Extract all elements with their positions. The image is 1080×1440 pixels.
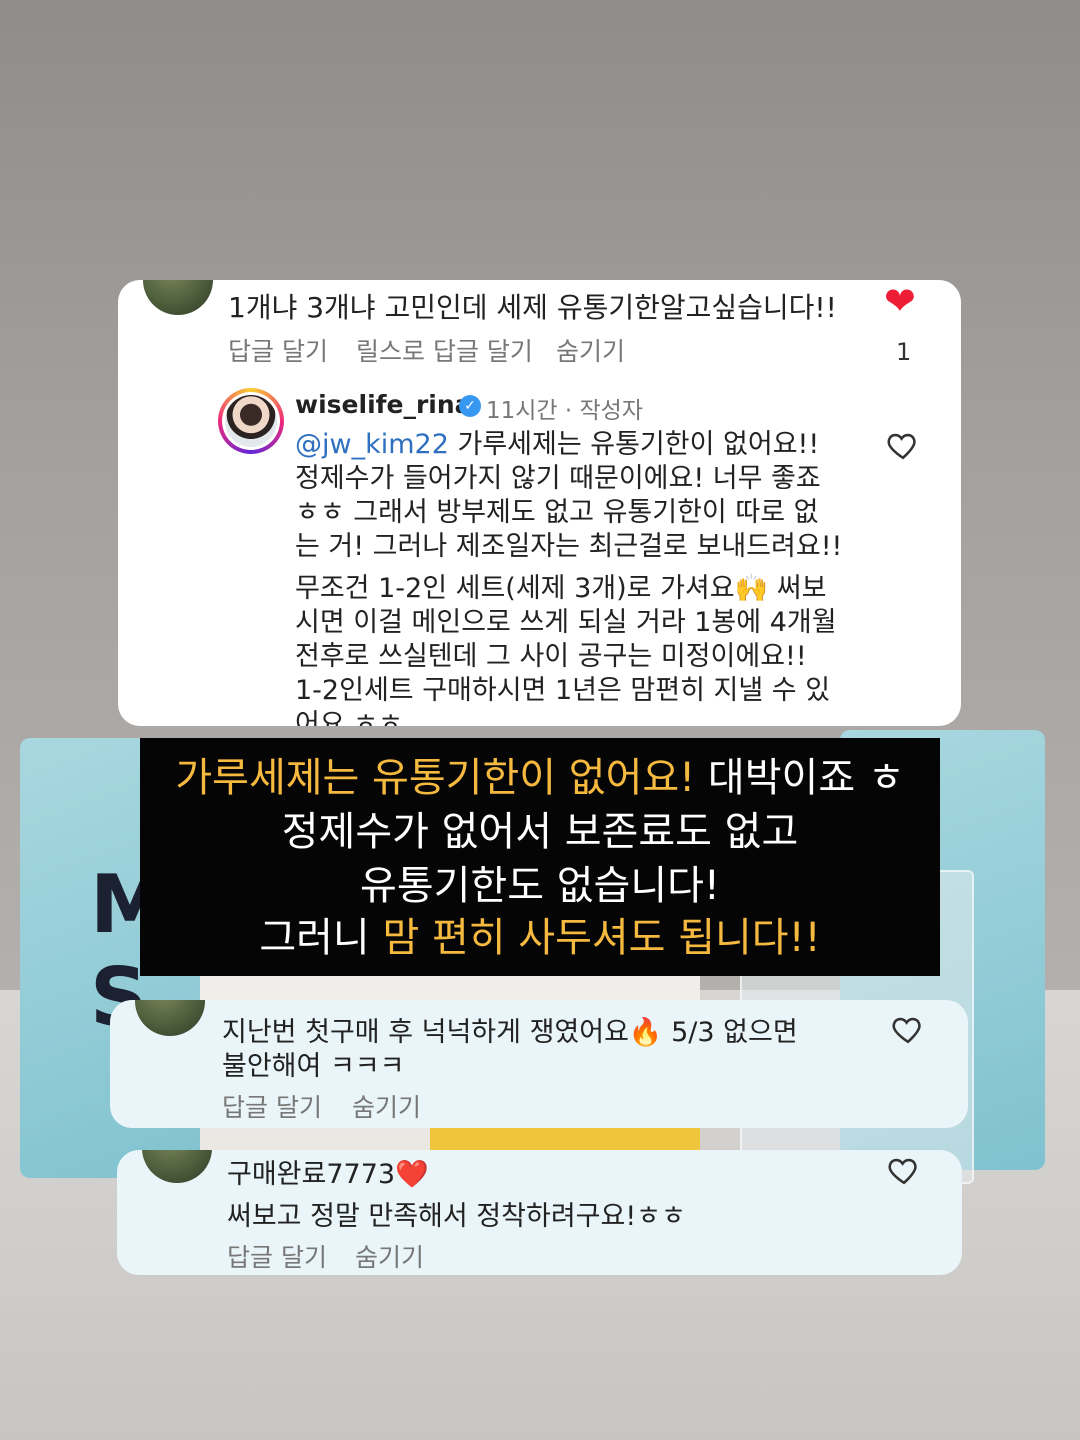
commenter-avatar[interactable] bbox=[142, 1150, 212, 1183]
caption-line-4: 그러니 맘 편히 사두셔도 됩니다!! bbox=[140, 912, 940, 964]
comment-card-2: 지난번 첫구매 후 넉넉하게 쟁였어요🔥 5/3 없으면 불안해여 ㅋㅋㅋ 답글… bbox=[110, 1000, 968, 1128]
comment-username[interactable]: 구매완료7773❤️ bbox=[227, 1152, 429, 1191]
caption-line-4-highlight: 맘 편히 사두셔도 됩니다!! bbox=[382, 915, 821, 961]
reply-link[interactable]: 답글 달기 bbox=[228, 332, 328, 368]
heart-outline-icon[interactable] bbox=[887, 1153, 921, 1187]
verified-badge-icon: ✓ bbox=[459, 395, 481, 417]
commenter-avatar[interactable] bbox=[143, 280, 213, 315]
reels-reply-link[interactable]: 릴스로 답글 달기 bbox=[356, 332, 533, 368]
reply-body: @jw_kim22 가루세제는 유통기한이 없어요!! 정제수가 들어가지 않기… bbox=[295, 428, 875, 726]
comment-text: 써보고 정말 만족해서 정착하려구요!ㅎㅎ bbox=[227, 1201, 686, 1232]
caption-line-3: 유통기한도 없습니다! bbox=[360, 863, 720, 909]
caption-line-4-start: 그러니 bbox=[259, 915, 383, 961]
reply-body-clip: @jw_kim22 가루세제는 유통기한이 없어요!! 정제수가 들어가지 않기… bbox=[118, 420, 961, 726]
caption-line-1-highlight: 가루세제는 유통기한이 없어요! bbox=[175, 755, 696, 801]
like-count: 1 bbox=[896, 338, 912, 366]
comment-text: 1개냐 3개냐 고민인데 세제 유통기한알고싶습니다!! bbox=[228, 291, 837, 324]
heart-outline-icon[interactable] bbox=[891, 1012, 925, 1046]
caption-line-2: 정제수가 없어서 보존료도 없고 bbox=[281, 809, 799, 855]
reply-paragraph-1: @jw_kim22 가루세제는 유통기한이 없어요!! 정제수가 들어가지 않기… bbox=[295, 428, 875, 564]
reply-paragraph-2: 무조건 1-2인 세트(세제 3개)로 가셔요🙌 써보 시면 이걸 메인으로 쓰… bbox=[295, 573, 837, 726]
reply-link[interactable]: 답글 달기 bbox=[222, 1088, 322, 1124]
caption-line-1: 가루세제는 유통기한이 없어요! 대박이죠 ㅎ bbox=[140, 752, 940, 804]
reply-username[interactable]: wiselife_rina bbox=[295, 390, 472, 419]
caption-line-1-rest: 대박이죠 ㅎ bbox=[695, 755, 905, 801]
hide-link[interactable]: 숨기기 bbox=[352, 1088, 421, 1124]
hide-link[interactable]: 숨기기 bbox=[355, 1238, 424, 1274]
heart-filled-icon[interactable]: ❤ bbox=[884, 282, 916, 320]
reply-mention[interactable]: @jw_kim22 bbox=[295, 429, 449, 460]
comment-text-line-2: 불안해여 ㅋㅋㅋ bbox=[222, 1051, 405, 1082]
comment-card-3: 구매완료7773❤️ 써보고 정말 만족해서 정착하려구요!ㅎㅎ 답글 달기 숨… bbox=[117, 1150, 962, 1275]
caption-overlay: 가루세제는 유통기한이 없어요! 대박이죠 ㅎ 정제수가 없어서 보존료도 없고… bbox=[140, 738, 940, 976]
hide-link[interactable]: 숨기기 bbox=[556, 332, 625, 368]
heart-outline-icon[interactable] bbox=[886, 428, 920, 462]
commenter-avatar[interactable] bbox=[135, 1000, 205, 1036]
reply-link[interactable]: 답글 달기 bbox=[227, 1238, 327, 1274]
